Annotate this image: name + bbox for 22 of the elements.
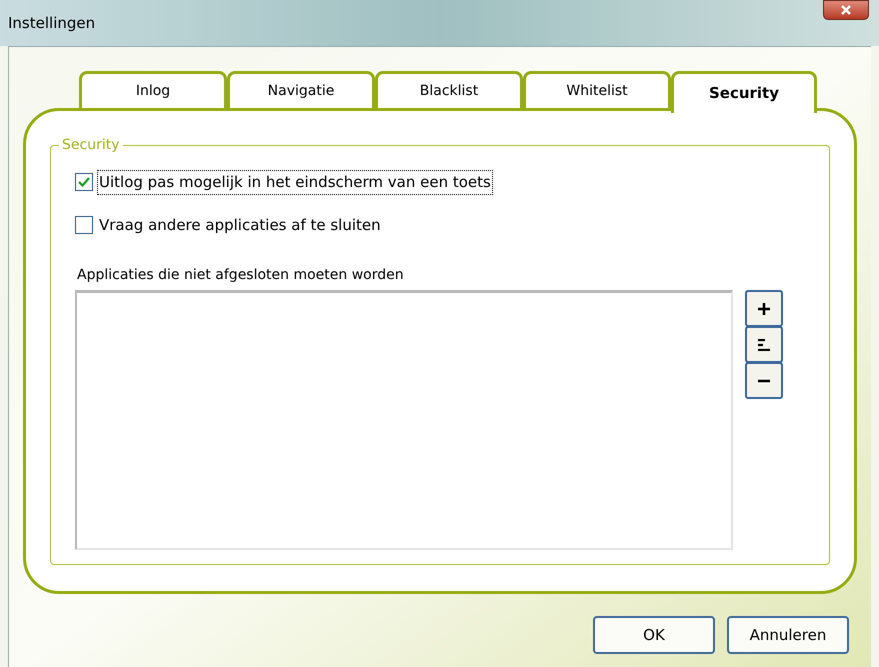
tab[interactable]: Whitelist bbox=[523, 71, 671, 111]
checkbox-label: Vraag andere applicaties af te sluiten bbox=[98, 214, 382, 236]
plus-icon bbox=[757, 302, 771, 316]
lines-icon bbox=[757, 338, 771, 350]
checkbox[interactable] bbox=[75, 216, 93, 234]
list-label: Applicaties die niet afgesloten moeten worden bbox=[77, 266, 405, 285]
tab[interactable]: Security bbox=[671, 71, 817, 113]
checkbox[interactable] bbox=[75, 173, 93, 192]
tab[interactable]: Navigatie bbox=[227, 71, 375, 111]
check-icon bbox=[78, 177, 90, 188]
checkbox-label: Uitlog pas mogelijk in het eindscherm van een toets bbox=[97, 170, 493, 194]
dialog-button[interactable]: OK bbox=[593, 616, 715, 654]
dialog-button[interactable]: Annuleren bbox=[727, 616, 849, 654]
window-title: Instellingen bbox=[8, 12, 96, 34]
minus-icon bbox=[757, 378, 771, 382]
group-title: Security bbox=[59, 136, 122, 154]
list-button[interactable] bbox=[745, 290, 783, 327]
close-button[interactable] bbox=[823, 0, 869, 20]
tab[interactable]: Blacklist bbox=[375, 71, 523, 111]
close-icon bbox=[840, 5, 852, 15]
tab[interactable]: Inlog bbox=[79, 71, 227, 111]
list-button[interactable] bbox=[745, 326, 783, 363]
